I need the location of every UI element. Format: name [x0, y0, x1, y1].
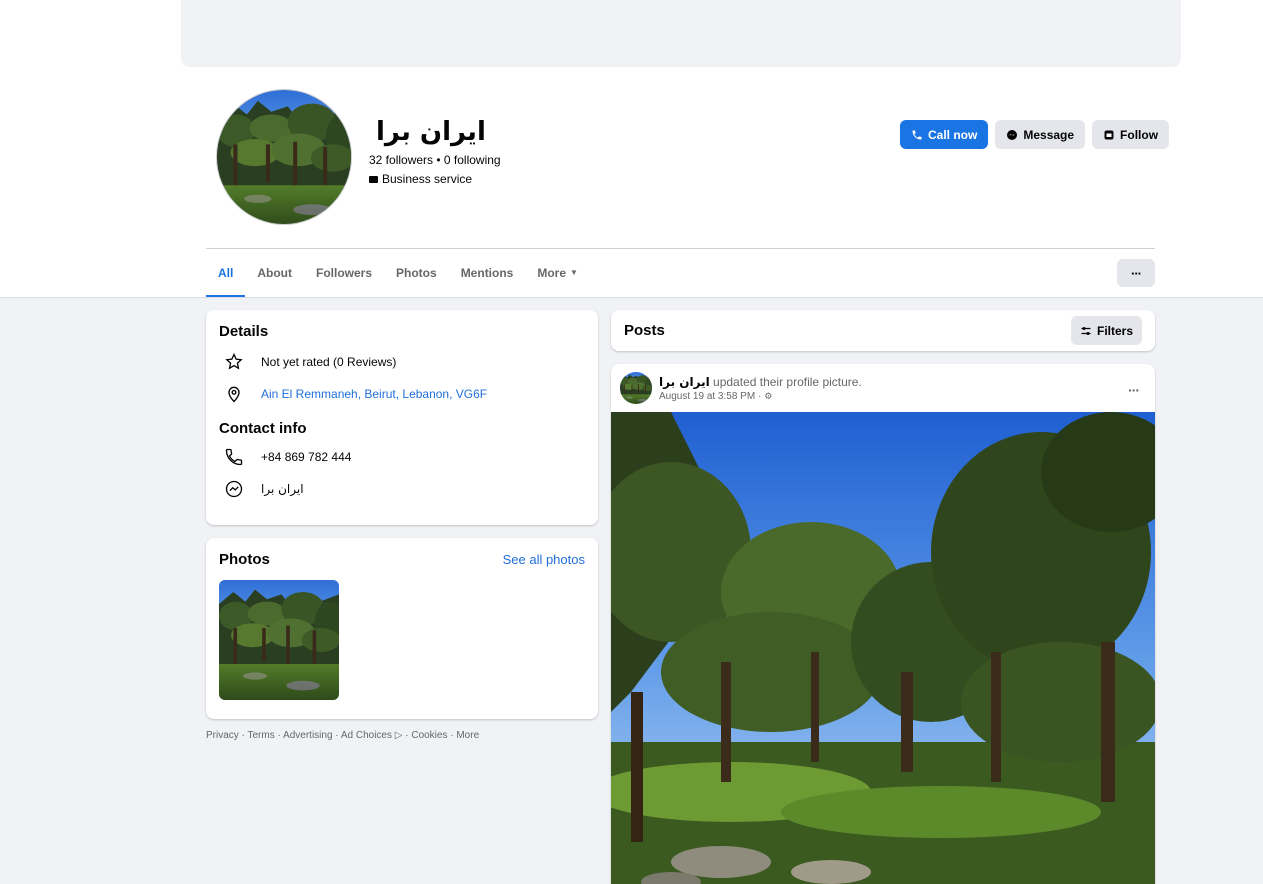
tab-more[interactable]: More ▼	[525, 249, 590, 297]
photo-thumbnail[interactable]	[219, 580, 339, 700]
tab-label: More	[537, 266, 567, 280]
contact-info-title: Contact info	[219, 420, 307, 437]
phone-icon	[912, 130, 922, 139]
caret-down-icon: ▼	[570, 268, 578, 277]
phone-number[interactable]: +84 869 782 444	[261, 450, 351, 464]
filter-sliders-icon	[1081, 326, 1091, 335]
category-label: Business service	[382, 172, 473, 186]
post-header: ايران برا updated their profile picture.…	[611, 364, 1155, 412]
filters-label: Filters	[1096, 323, 1133, 338]
address-link[interactable]: Ain El Remmaneh, Beirut, Lebanon, VG6F	[261, 387, 487, 401]
page-title: ايران برا	[376, 117, 486, 147]
messenger-row: ايران برا	[219, 473, 585, 505]
posts-title: Posts	[624, 322, 665, 339]
post-card: ايران برا updated their profile picture.…	[611, 364, 1155, 884]
footer-links[interactable]: Privacy · Terms · Advertising · Ad Choic…	[206, 730, 479, 741]
tab-label: Photos	[396, 266, 437, 280]
tab-label: All	[218, 266, 234, 280]
post-author-avatar[interactable]	[620, 372, 652, 404]
follower-counts[interactable]: 32 followers • 0 following	[369, 153, 501, 167]
message-button[interactable]: Message	[995, 120, 1086, 149]
post-action-text: updated their profile picture.	[709, 374, 862, 389]
message-label: Message	[1023, 127, 1075, 142]
see-all-photos-link[interactable]: See all photos	[503, 552, 585, 567]
messenger-username[interactable]: ايران برا	[261, 482, 304, 496]
post-image[interactable]	[611, 412, 1155, 884]
privacy-gear-icon: ⚙	[764, 390, 773, 401]
photos-card: Photos See all photos	[206, 538, 598, 719]
messenger-icon	[1007, 129, 1018, 140]
details-title: Details	[219, 323, 269, 340]
profile-options-button[interactable]: ···	[1117, 259, 1155, 287]
posts-header-card: Posts Filters	[611, 310, 1155, 351]
post-options-icon[interactable]: ···	[1128, 382, 1140, 398]
briefcase-icon	[369, 175, 378, 183]
post-time-text[interactable]: August 19 at 3:58 PM ·	[659, 391, 761, 402]
profile-tabs: All About Followers Photos Mentions More…	[206, 249, 590, 297]
post-author-name[interactable]: ايران برا	[659, 375, 710, 389]
messenger-icon	[219, 479, 249, 499]
tab-mentions[interactable]: Mentions	[449, 249, 526, 297]
profile-avatar[interactable]	[216, 89, 352, 225]
main-content: Details Not yet rated (0 Reviews) Ain El…	[0, 298, 1263, 884]
tab-photos[interactable]: Photos	[384, 249, 449, 297]
rating-row: Not yet rated (0 Reviews)	[219, 346, 585, 378]
follow-label: Follow	[1120, 127, 1159, 142]
phone-icon	[219, 447, 249, 467]
tab-followers[interactable]: Followers	[304, 249, 384, 297]
tab-label: Mentions	[460, 266, 514, 280]
phone-row: +84 869 782 444	[219, 441, 585, 473]
profile-header: ايران برا 32 followers • 0 following Bus…	[0, 67, 1263, 298]
tab-label: Followers	[316, 266, 373, 280]
cover-photo[interactable]	[181, 0, 1181, 67]
profile-actions: Call now Message Follow	[900, 120, 1170, 149]
follow-button[interactable]: Follow	[1092, 120, 1170, 149]
tab-all[interactable]: All	[206, 249, 246, 297]
star-icon	[219, 352, 249, 372]
location-pin-icon	[219, 384, 249, 404]
call-now-label: Call now	[928, 127, 978, 142]
details-card: Details Not yet rated (0 Reviews) Ain El…	[206, 310, 598, 525]
address-row: Ain El Remmaneh, Beirut, Lebanon, VG6F	[219, 378, 585, 410]
follow-icon	[1104, 130, 1114, 139]
post-timestamp: August 19 at 3:58 PM · ⚙	[659, 391, 862, 402]
tab-label: About	[257, 266, 292, 280]
tab-about[interactable]: About	[245, 249, 304, 297]
page-category: Business service	[369, 172, 472, 186]
call-now-button[interactable]: Call now	[900, 120, 989, 149]
filters-button[interactable]: Filters	[1070, 316, 1142, 345]
post-author-line: ايران برا updated their profile picture.	[659, 375, 862, 389]
rating-text: Not yet rated (0 Reviews)	[261, 355, 397, 369]
photos-title: Photos	[219, 551, 270, 568]
